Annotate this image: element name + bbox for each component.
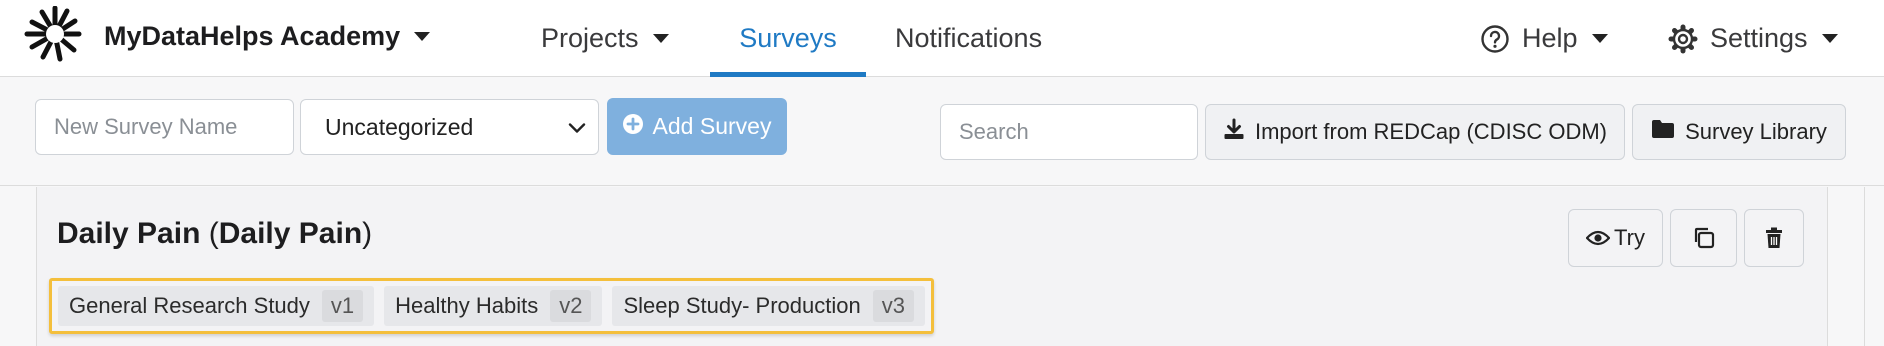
nav-notifications-label: Notifications xyxy=(895,23,1043,53)
chevron-down-icon xyxy=(568,114,586,141)
download-icon xyxy=(1223,118,1255,146)
gear-icon xyxy=(1668,24,1698,54)
import-redcap-label: Import from REDCap (CDISC ODM) xyxy=(1254,119,1608,144)
survey-toolbar: Uncategorized Add Survey Import from RED… xyxy=(0,78,1884,186)
project-tag-version: v2 xyxy=(550,290,592,322)
import-redcap-button[interactable]: Import from REDCap (CDISC ODM) xyxy=(1205,104,1625,160)
folder-icon xyxy=(1651,119,1685,145)
project-tag-name: Healthy Habits xyxy=(395,293,539,318)
nav-help-label: Help xyxy=(1522,23,1578,53)
paren-close: ) xyxy=(362,217,373,250)
project-tag-version: v1 xyxy=(321,290,364,322)
chevron-down-icon xyxy=(652,34,669,43)
nav-projects[interactable]: Projects xyxy=(541,0,669,77)
chevron-down-icon xyxy=(1821,34,1838,43)
category-select[interactable]: Uncategorized xyxy=(300,99,599,155)
chevron-down-icon xyxy=(1591,34,1608,43)
new-survey-name-input[interactable] xyxy=(35,99,294,155)
project-tag-name: Sleep Study- Production xyxy=(623,293,861,318)
project-tag-version: v3 xyxy=(872,290,914,322)
search-input[interactable] xyxy=(940,104,1198,160)
question-circle-icon xyxy=(1480,24,1510,54)
survey-name: Daily Pain xyxy=(57,217,201,250)
brand-menu[interactable]: MyDataHelps Academy xyxy=(22,5,431,62)
survey-card: Daily Pain (Daily Pain) Try General Rese… xyxy=(36,187,1828,346)
nav-notifications[interactable]: Notifications xyxy=(895,0,1042,77)
trash-icon xyxy=(1765,227,1783,249)
project-tag[interactable]: General Research Study v1 xyxy=(58,286,375,326)
project-tag-name: General Research Study xyxy=(69,293,310,318)
survey-library-label: Survey Library xyxy=(1685,119,1827,144)
try-label: Try xyxy=(1614,225,1645,250)
nav-projects-label: Projects xyxy=(541,23,639,53)
add-survey-label: Add Survey xyxy=(652,113,772,139)
add-survey-button[interactable]: Add Survey xyxy=(607,98,787,155)
eye-icon xyxy=(1586,230,1611,246)
copy-survey-button[interactable] xyxy=(1670,209,1737,267)
survey-title: Daily Pain (Daily Pain) xyxy=(57,217,372,251)
top-navbar: MyDataHelps Academy Projects Surveys Not… xyxy=(0,0,1884,77)
survey-library-button[interactable]: Survey Library xyxy=(1632,104,1846,160)
copy-icon xyxy=(1692,226,1716,250)
chevron-down-icon xyxy=(414,31,431,41)
try-button[interactable]: Try xyxy=(1568,209,1663,267)
project-tag[interactable]: Sleep Study- Production v3 xyxy=(612,286,925,326)
sunburst-logo-icon xyxy=(22,5,82,67)
delete-survey-button[interactable] xyxy=(1744,209,1804,267)
project-tags-list: General Research Study v1 Healthy Habits… xyxy=(49,278,934,334)
paren-open: ( xyxy=(208,217,219,250)
nav-help[interactable]: Help xyxy=(1480,0,1608,77)
nav-settings[interactable]: Settings xyxy=(1668,0,1838,77)
nav-surveys[interactable]: Surveys xyxy=(710,0,866,77)
survey-display-name: Daily Pain xyxy=(218,217,363,250)
plus-circle-icon xyxy=(622,113,653,140)
scrollbar-track[interactable] xyxy=(1864,187,1865,346)
nav-surveys-label: Surveys xyxy=(739,23,837,53)
brand-name: MyDataHelps Academy xyxy=(104,20,401,51)
project-tag[interactable]: Healthy Habits v2 xyxy=(384,286,603,326)
nav-settings-label: Settings xyxy=(1710,23,1808,53)
category-select-value: Uncategorized xyxy=(325,113,474,140)
